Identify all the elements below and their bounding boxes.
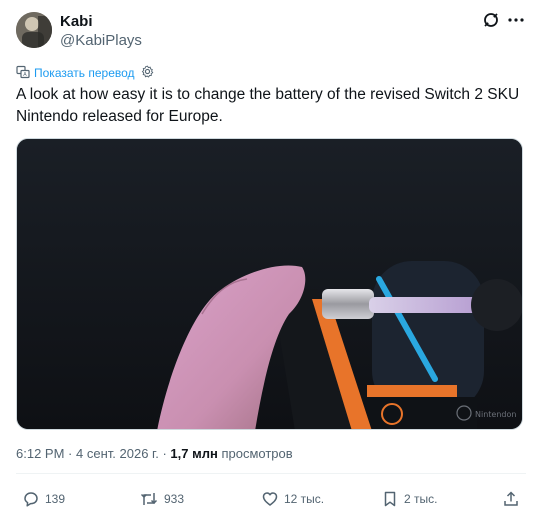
- share-button[interactable]: [502, 488, 520, 510]
- heart-icon: [261, 490, 279, 508]
- bookmark-button[interactable]: 2 тыс.: [381, 488, 437, 510]
- author-display-name[interactable]: Kabi: [60, 13, 93, 30]
- repost-icon: [139, 490, 159, 508]
- gear-icon[interactable]: [141, 65, 154, 81]
- tweet-media-video[interactable]: Nintendon: [16, 138, 523, 430]
- separator-dot: ·: [68, 446, 73, 461]
- reply-button[interactable]: 139: [22, 488, 65, 510]
- repost-count: 933: [164, 492, 185, 506]
- tweet: Kabi @KabiPlays A Показать перевод A loo…: [0, 0, 538, 519]
- view-count-label: просмотров: [221, 446, 293, 461]
- show-translation-label: Показать перевод: [34, 66, 135, 80]
- grok-icon: [482, 11, 500, 34]
- separator-dot: ·: [162, 446, 167, 461]
- tweet-date[interactable]: 4 сент. 2026 г.: [76, 446, 159, 461]
- reply-icon: [22, 490, 40, 508]
- bookmark-count: 2 тыс.: [404, 492, 438, 506]
- grok-button[interactable]: [481, 12, 501, 32]
- tweet-time[interactable]: 6:12 PM: [16, 446, 64, 461]
- divider: [16, 473, 526, 474]
- bookmark-icon: [381, 490, 399, 508]
- tweet-metadata: 6:12 PM · 4 сент. 2026 г. · 1,7 млн прос…: [16, 446, 293, 461]
- media-watermark: Nintendon: [475, 410, 516, 419]
- svg-text:A: A: [23, 72, 27, 78]
- view-count: 1,7 млн: [170, 446, 218, 461]
- translate-icon: A: [16, 65, 30, 82]
- reply-count: 139: [45, 492, 66, 506]
- tweet-text: A look at how easy it is to change the b…: [16, 86, 520, 125]
- more-icon: [507, 11, 525, 34]
- like-count: 12 тыс.: [284, 492, 325, 506]
- repost-button[interactable]: 933: [139, 488, 184, 510]
- like-button[interactable]: 12 тыс.: [261, 488, 324, 510]
- more-button[interactable]: [506, 12, 526, 32]
- author-handle[interactable]: @KabiPlays: [60, 32, 142, 49]
- avatar[interactable]: [16, 12, 52, 48]
- show-translation-link[interactable]: A Показать перевод: [16, 65, 154, 81]
- action-bar: 139 933 12 тыс. 2 тыс.: [0, 488, 538, 510]
- share-icon: [502, 490, 520, 508]
